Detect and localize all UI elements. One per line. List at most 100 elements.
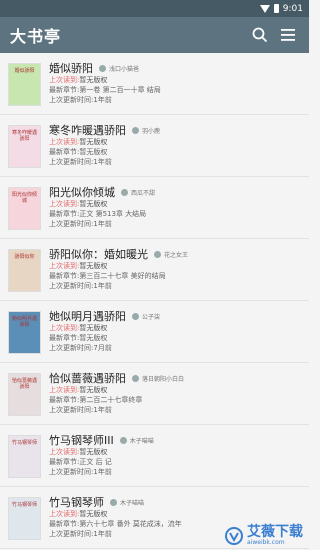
latest-chapter-line: 最新章节:正文 第513章 大结局 [49,209,309,219]
book-author: 西瓜不甜 [131,189,156,197]
last-update-label: 上次更新时间: [49,220,94,228]
author-icon [110,498,117,506]
last-read-label: 上次读到: [49,200,80,208]
last-read-label: 上次读到: [49,324,80,332]
last-read-value: 暂无版权 [79,324,108,332]
latest-chapter-line: 最新章节:第一卷 第二百一十章 结局 [49,85,309,95]
last-read-value: 暂无版权 [79,448,108,456]
book-title: 寒冬咋暖遇骄阳 [49,124,126,137]
book-title: 竹马钢琴师 [49,496,104,509]
last-update-line: 上次更新时间:1年前 [49,281,309,291]
latest-chapter-value: 第一卷 第二百一十章 结局 [79,86,161,94]
last-update-line: 上次更新时间:1年前 [49,405,309,415]
book-cover-text: 竹马钢琴师 [11,440,37,446]
author-icon [99,64,106,72]
menu-icon[interactable] [277,24,299,46]
book-cover: 竹马钢琴师 [8,497,41,540]
latest-chapter-label: 最新章节: [49,210,80,218]
book-cover: 骄阳似你 [8,249,41,292]
last-update-label: 上次更新时间: [49,344,94,352]
last-read-label: 上次读到: [49,262,80,270]
latest-chapter-value: 正文 后 记 [79,458,112,466]
latest-chapter-line: 最新章节:第三百二十七章 美好的结局 [49,271,309,281]
latest-chapter-value: 暂无版权 [79,334,108,342]
book-title: 她似明月遇骄阳 [49,310,126,323]
latest-chapter-value: 第六十七章 番外 莫花成沫，流年 [79,520,182,528]
last-update-label: 上次更新时间: [49,468,94,476]
last-read-label: 上次读到: [49,138,80,146]
latest-chapter-line: 最新章节:正文 后 记 [49,457,309,467]
author-icon [132,374,139,382]
book-cover-text: 她似明月遇骄阳 [11,316,37,328]
book-author: 羽小鹿 [142,127,161,135]
last-update-value: 1年前 [93,158,112,166]
watermark-text: 艾薇下载 [247,524,303,540]
last-read-value: 暂无版权 [79,262,108,270]
last-update-line: 上次更新时间:1年前 [49,219,309,229]
book-list-item[interactable]: 骄阳似你 骄阳似你：婚如暖光 花之女王 上次读到:暂无版权 最新章节:第三百二十… [0,239,309,301]
book-list-item[interactable]: 寒冬咋暖遇骄阳 寒冬咋暖遇骄阳 羽小鹿 上次读到:暂无版权 最新章节:暂无版权 … [0,115,309,177]
app-bar: 大书亭 [0,17,309,53]
last-read-line: 上次读到:暂无版权 [49,137,309,147]
last-read-line: 上次读到:暂无版权 [49,75,309,85]
book-author: 花之女王 [164,251,189,259]
last-read-value: 暂无版权 [79,200,108,208]
book-list-item[interactable]: 竹马钢琴师 竹马钢琴师III 木子喵喵 上次读到:暂无版权 最新章节:正文 后 … [0,425,309,487]
watermark: 艾薇下载 aiweibk.com [224,525,303,546]
latest-chapter-value: 第三百二十七章 美好的结局 [79,272,166,280]
author-icon [121,188,128,196]
book-list-item[interactable]: 她似明月遇骄阳 她似明月遇骄阳 公子柒 上次读到:暂无版权 最新章节:暂无版权 … [0,301,309,363]
book-list-item[interactable]: 婚似骄阳 婚似骄阳 浅口小猫爸 上次读到:暂无版权 最新章节:第一卷 第二百一十… [0,53,309,115]
last-read-line: 上次读到:暂无版权 [49,199,309,209]
latest-chapter-label: 最新章节: [49,86,80,94]
latest-chapter-label: 最新章节: [49,148,80,156]
latest-chapter-value: 暂无版权 [79,148,108,156]
book-author: 公子柒 [142,313,161,321]
book-title: 竹马钢琴师III [49,434,114,447]
wifi-icon [259,4,270,13]
last-read-value: 暂无版权 [79,76,108,84]
book-cover-text: 骄阳似你 [14,254,35,260]
last-update-value: 1年前 [93,468,112,476]
latest-chapter-label: 最新章节: [49,520,80,528]
last-update-value: 1年前 [93,282,112,290]
book-cover: 寒冬咋暖遇骄阳 [8,125,41,168]
book-info: 她似明月遇骄阳 公子柒 上次读到:暂无版权 最新章节:暂无版权 上次更新时间:7… [49,309,309,353]
latest-chapter-line: 最新章节:暂无版权 [49,147,309,157]
book-cover-text: 婚似骄阳 [14,68,35,74]
book-author: 木子喵喵 [129,437,154,445]
book-cover: 竹马钢琴师 [8,435,41,478]
book-list: 婚似骄阳 婚似骄阳 浅口小猫爸 上次读到:暂无版权 最新章节:第一卷 第二百一十… [0,53,309,549]
last-update-value: 1年前 [93,96,112,104]
book-cover-text: 恰似蔷薇遇骄阳 [11,378,37,390]
book-author: 木子喵喵 [120,499,145,507]
last-update-label: 上次更新时间: [49,158,94,166]
book-info: 阳光似你倾城 西瓜不甜 上次读到:暂无版权 最新章节:正文 第513章 大结局 … [49,185,309,229]
latest-chapter-label: 最新章节: [49,396,80,404]
author-icon [154,250,161,258]
status-time: 9:01 [282,3,303,14]
latest-chapter-label: 最新章节: [49,458,80,466]
latest-chapter-line: 最新章节:第二百二十七章终章 [49,395,309,405]
author-icon [132,126,139,134]
latest-chapter-label: 最新章节: [49,334,80,342]
book-cover-text: 寒冬咋暖遇骄阳 [11,130,37,142]
last-update-line: 上次更新时间:1年前 [49,157,309,167]
last-update-line: 上次更新时间:1年前 [49,467,309,477]
last-update-label: 上次更新时间: [49,530,94,538]
book-cover: 阳光似你倾城 [8,187,41,230]
book-title: 阳光似你倾城 [49,186,115,199]
search-icon[interactable] [249,24,271,46]
last-read-label: 上次读到: [49,448,80,456]
book-list-item[interactable]: 恰似蔷薇遇骄阳 恰似蔷薇遇骄阳 落日朝阳小白白 上次读到:暂无版权 最新章节:第… [0,363,309,425]
latest-chapter-label: 最新章节: [49,272,80,280]
last-update-value: 7月前 [93,344,112,352]
last-read-line: 上次读到:暂无版权 [49,385,309,395]
book-author: 落日朝阳小白白 [142,375,185,383]
book-info: 骄阳似你：婚如暖光 花之女王 上次读到:暂无版权 最新章节:第三百二十七章 美好… [49,247,309,291]
watermark-logo-icon [225,526,243,545]
book-list-item[interactable]: 阳光似你倾城 阳光似你倾城 西瓜不甜 上次读到:暂无版权 最新章节:正文 第51… [0,177,309,239]
last-read-line: 上次读到:暂无版权 [49,447,309,457]
last-update-value: 1年前 [93,220,112,228]
last-update-value: 1年前 [93,406,112,414]
